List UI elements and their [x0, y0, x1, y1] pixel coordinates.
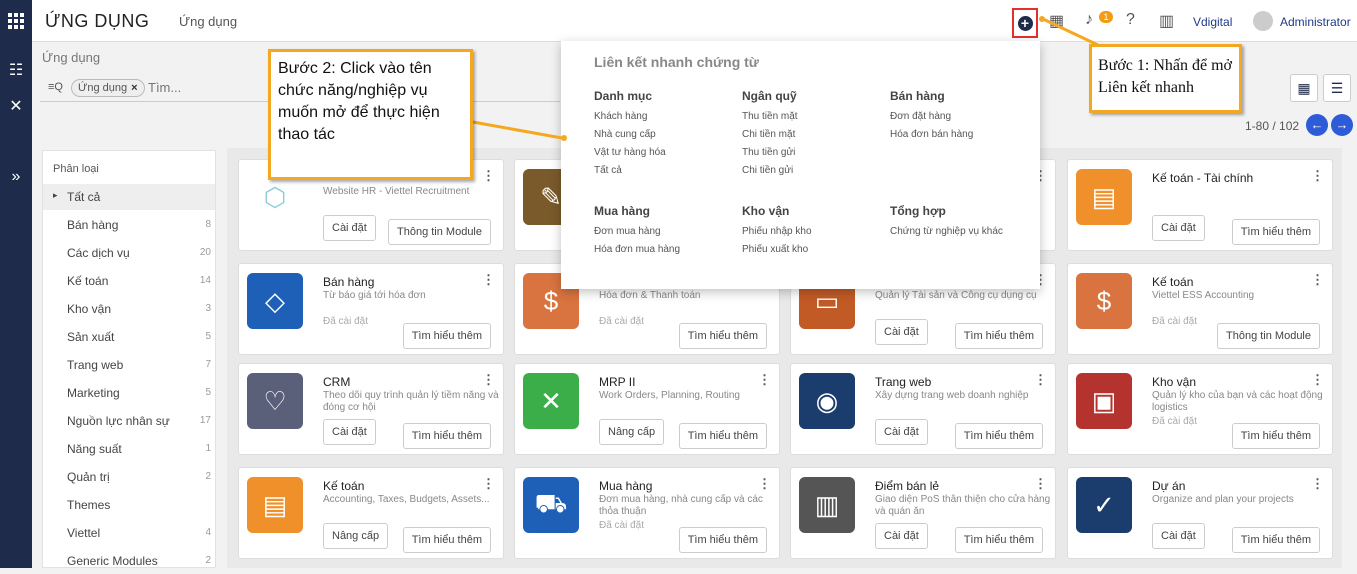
callout-step-2: Bước 2: Click vào tên chức năng/nghiệp v…	[268, 49, 473, 180]
step1-arrow	[1042, 17, 1101, 48]
step1-arrow-dot	[1039, 16, 1045, 22]
callout-step-1: Bước 1: Nhấn để mở Liên kết nhanh	[1089, 44, 1242, 113]
step2-arrow	[472, 120, 563, 140]
step2-arrow-dot	[561, 135, 567, 141]
